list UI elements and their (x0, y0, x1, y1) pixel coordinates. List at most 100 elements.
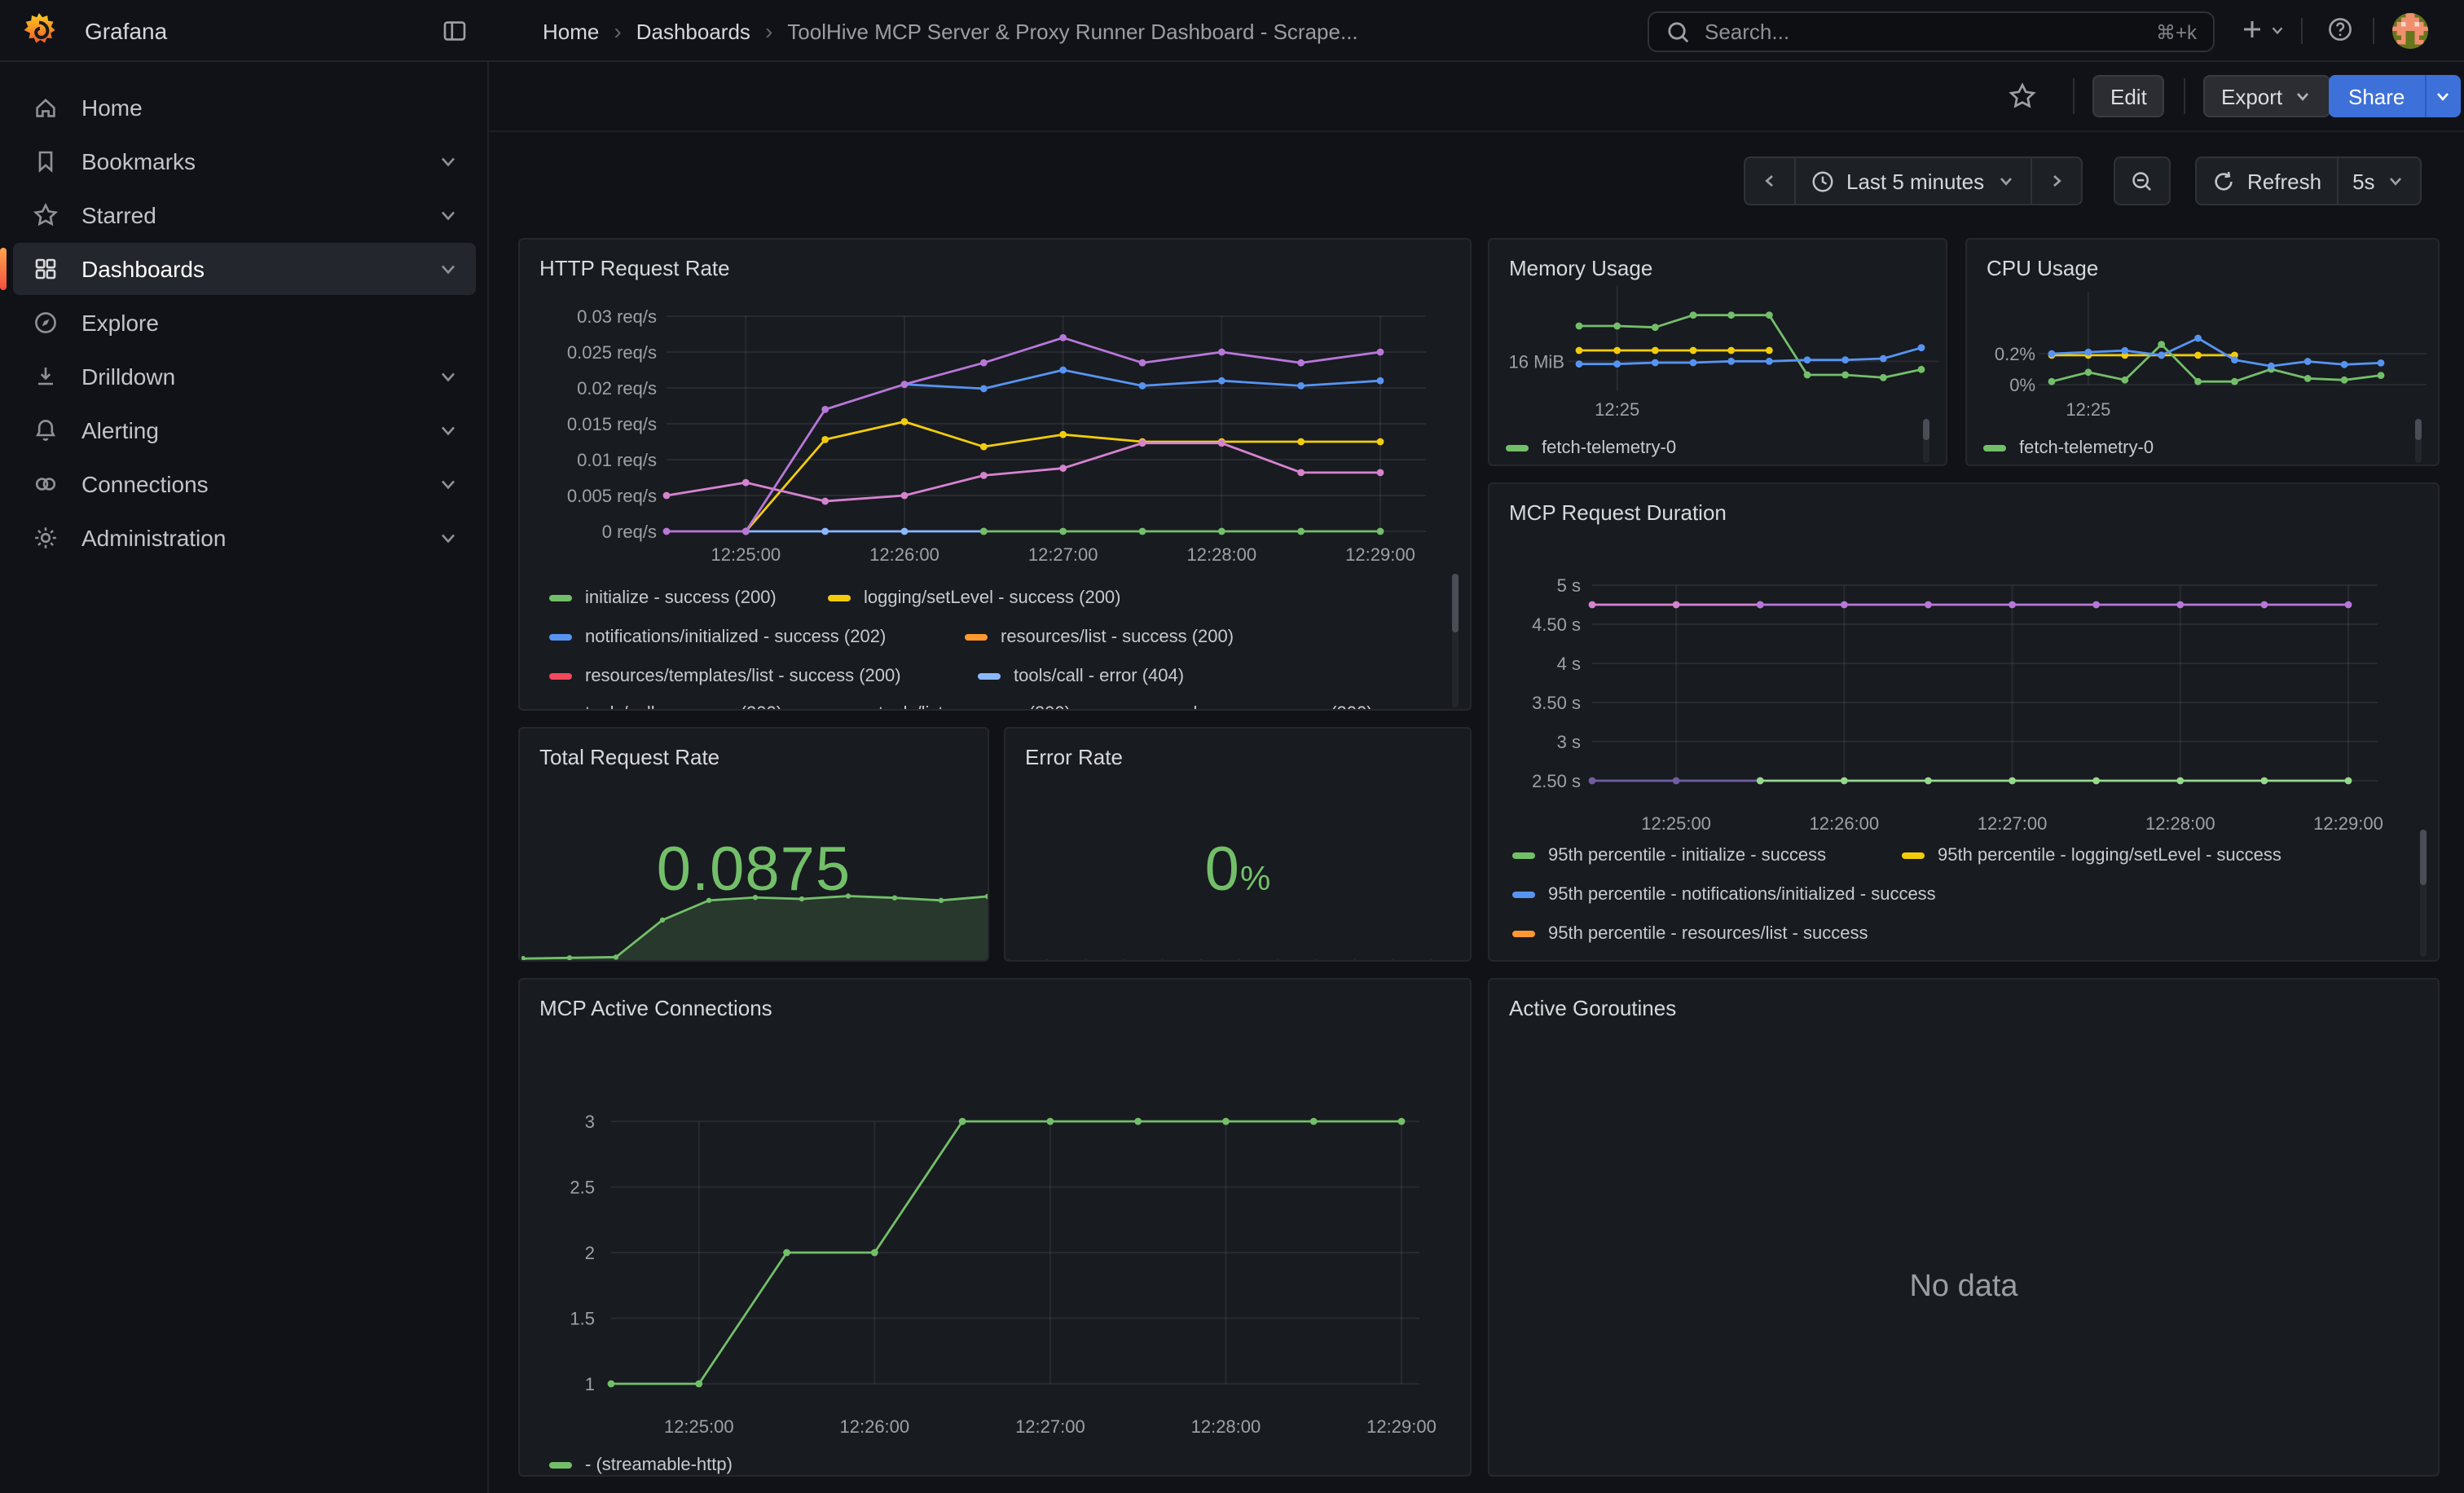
export-label: Export (2221, 84, 2282, 108)
plus-icon (2239, 16, 2265, 42)
time-range-group: Last 5 minutes (1744, 156, 2082, 205)
legend-label: 95th percentile - notifications/initiali… (1548, 885, 1936, 905)
sidebar-item-label: Connections (81, 471, 437, 497)
breadcrumb-separator: › (765, 18, 772, 44)
chevron-down-icon (2292, 86, 2312, 106)
legend-label: tools/call - success (200) (585, 704, 782, 711)
legend-label: resources/templates/list - success (200) (585, 667, 901, 686)
sidebar-toggle-icon[interactable] (442, 18, 468, 44)
edit-button[interactable]: Edit (2092, 75, 2165, 117)
panel-title[interactable]: Memory Usage (1509, 256, 1652, 280)
chevron-down-icon (437, 258, 460, 280)
legend-item[interactable]: 95th percentile - logging/setLevel - suc… (1902, 846, 2281, 865)
user-avatar[interactable] (2392, 13, 2428, 49)
chevron-down-icon (437, 473, 460, 495)
panel-error-rate: Error Rate 0% (1004, 727, 1472, 962)
legend-item[interactable]: 95th percentile - notifications/initiali… (1512, 885, 1936, 905)
legend-item[interactable]: fetch-telemetry-0 (1983, 438, 2154, 458)
sidebar-item-label: Home (81, 95, 460, 121)
chevron-down-icon (2433, 86, 2453, 106)
sidebar-item-dashboards[interactable]: Dashboards (13, 243, 476, 295)
share-menu-caret[interactable] (2424, 75, 2460, 117)
legend-item[interactable]: resources/templates/list - success (200) (549, 667, 901, 686)
zoom-out-group (2114, 156, 2171, 205)
legend-color-chip (549, 1462, 572, 1469)
sidebar-item-alerting[interactable]: Alerting (13, 404, 476, 456)
gear-icon (33, 525, 59, 551)
legend-item[interactable]: notifications/initialized - success (202… (549, 628, 886, 647)
panel-title[interactable]: Total Request Rate (539, 745, 719, 769)
refresh-button[interactable]: Refresh (2195, 156, 2338, 205)
export-button[interactable]: Export (2203, 75, 2330, 117)
panel-mcp-request-duration: MCP Request Duration 12:25:0012:26:0012:… (1488, 482, 2440, 962)
panel-title[interactable]: Error Rate (1025, 745, 1123, 769)
sidebar-item-bookmarks[interactable]: Bookmarks (13, 135, 476, 187)
rings-icon (33, 471, 59, 497)
panel-title[interactable]: MCP Request Duration (1509, 500, 1727, 525)
legend-item[interactable]: 95th percentile - resources/list - succe… (1512, 924, 1868, 944)
sidebar-item-starred[interactable]: Starred (13, 189, 476, 241)
edit-label: Edit (2110, 84, 2147, 108)
legend-label: notifications/initialized - success (202… (585, 628, 886, 647)
panel-title[interactable]: Active Goroutines (1509, 996, 1676, 1020)
breadcrumb-dashboards[interactable]: Dashboards (636, 19, 750, 43)
legend-label: - (streamable-http) (585, 1456, 733, 1475)
chevron-right-icon (2046, 171, 2066, 191)
time-range-forward-button[interactable] (2030, 156, 2082, 205)
chevron-down-icon (437, 204, 460, 227)
panel-title[interactable]: HTTP Request Rate (539, 256, 730, 280)
legend-item[interactable]: initialize - success (200) (549, 588, 777, 608)
chevron-down-icon (437, 150, 460, 173)
legend-scrollbar[interactable] (2415, 419, 2422, 463)
chevron-down-icon (1995, 171, 2015, 191)
breadcrumb-home[interactable]: Home (543, 19, 599, 43)
add-new-button[interactable] (2239, 16, 2286, 42)
grafana-logo-icon[interactable] (20, 11, 59, 51)
total-request-rate-value: 0.0875 (657, 836, 851, 905)
share-button[interactable]: Share (2329, 75, 2424, 117)
legend-item[interactable]: 95th percentile - initialize - success (1512, 846, 1826, 865)
error-rate-sparkline[interactable] (1007, 944, 1472, 962)
legend-item[interactable]: logging/setLevel - success (200) (828, 588, 1121, 608)
legend-item[interactable]: tools/list - success (200) (843, 704, 1071, 711)
chevron-left-icon (1760, 171, 1780, 191)
legend-color-chip (549, 595, 572, 601)
home-icon (33, 95, 59, 121)
zoom-out-button[interactable] (2114, 156, 2171, 205)
legend-scrollbar[interactable] (2420, 830, 2427, 957)
legend-item[interactable]: - (streamable-http) (549, 1456, 733, 1475)
chevron-down-icon (2387, 171, 2406, 191)
sidebar-item-explore[interactable]: Explore (13, 297, 476, 349)
star-icon (33, 202, 59, 228)
panel-title[interactable]: MCP Active Connections (539, 996, 772, 1020)
sidebar-item-connections[interactable]: Connections (13, 458, 476, 510)
panel-title[interactable]: CPU Usage (1987, 256, 2098, 280)
no-data-message: No data (1489, 1270, 2438, 1306)
sidebar-item-label: Explore (81, 310, 460, 336)
time-range-back-button[interactable] (1744, 156, 1796, 205)
legend-item[interactable]: 95th percentile - resources/templates/li… (1512, 958, 1951, 962)
sidebar-nav: Home Bookmarks Starred Dashboards Explor… (0, 62, 489, 1493)
legend-label: 95th percentile - initialize - success (1548, 846, 1826, 865)
sidebar-item-drilldown[interactable]: Drilldown (13, 350, 476, 403)
divider (2184, 78, 2185, 114)
legend-item[interactable]: unknown - success (200) (1137, 704, 1373, 711)
legend-scrollbar[interactable] (1923, 419, 1929, 463)
legend-color-chip (1902, 852, 1925, 859)
favorite-star-icon[interactable] (2008, 81, 2037, 111)
legend-color-chip (549, 673, 572, 680)
refresh-icon (2211, 169, 2236, 193)
chart-legend: initialize - success (200) logging/setLev… (520, 240, 1470, 709)
sidebar-item-administration[interactable]: Administration (13, 512, 476, 564)
time-range-picker[interactable]: Last 5 minutes (1794, 156, 2031, 205)
legend-item[interactable]: tools/call - error (404) (978, 667, 1184, 686)
legend-item[interactable]: tools/call - success (200) (549, 704, 782, 711)
search-input[interactable]: Search... ⌘+k (1648, 11, 2215, 52)
chevron-down-icon (437, 419, 460, 442)
legend-item[interactable]: resources/list - success (200) (965, 628, 1234, 647)
help-button[interactable] (2327, 16, 2353, 51)
legend-item[interactable]: fetch-telemetry-0 (1506, 438, 1676, 458)
legend-scrollbar[interactable] (1452, 574, 1459, 707)
refresh-interval-dropdown[interactable]: 5s (2336, 156, 2422, 205)
sidebar-item-home[interactable]: Home (13, 81, 476, 134)
